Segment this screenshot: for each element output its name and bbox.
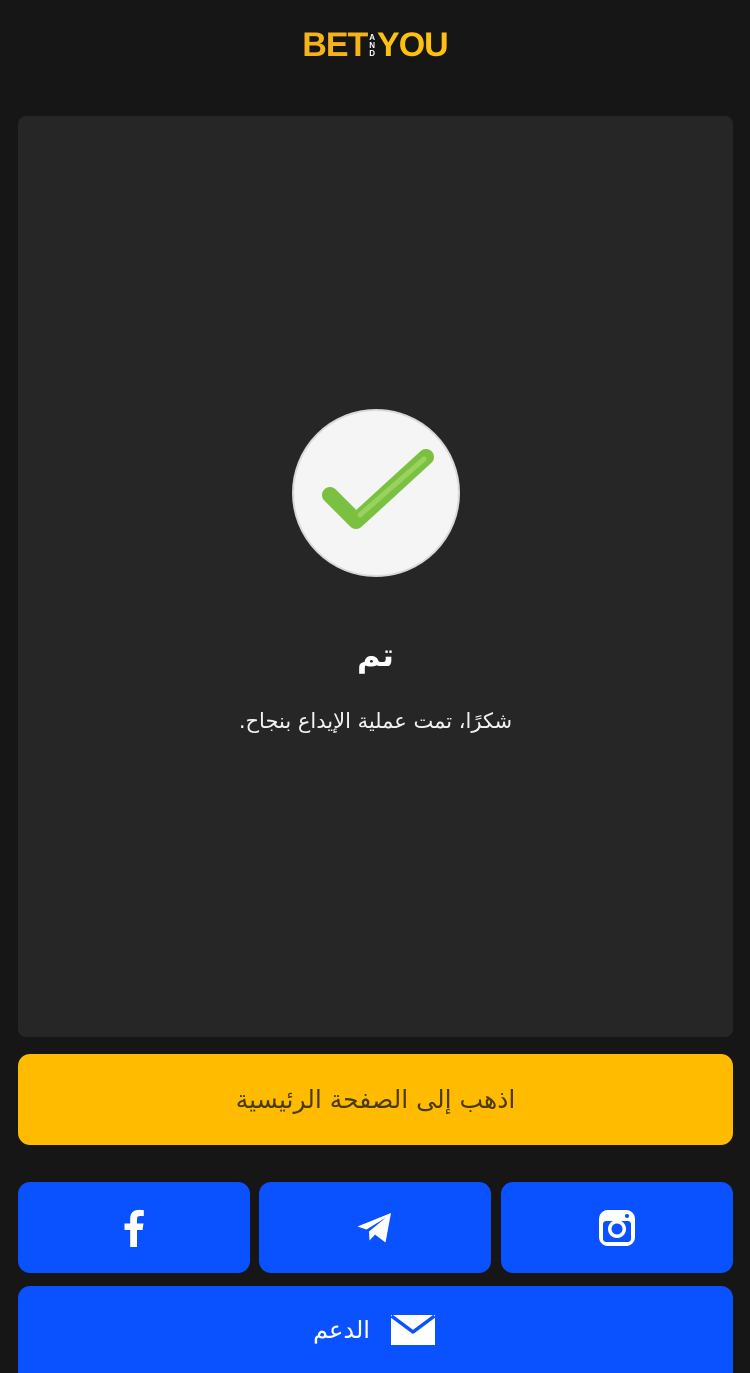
header: BET A N D YOU: [0, 0, 750, 90]
success-check-icon: [292, 409, 460, 577]
go-home-button[interactable]: اذهب إلى الصفحة الرئيسية: [18, 1054, 733, 1145]
logo-and: A N D: [369, 33, 376, 58]
success-card: تم شكرًا، تمت عملية الإيداع بنجاح.: [18, 116, 733, 1037]
social-links: [18, 1182, 733, 1273]
success-title: تم: [356, 636, 395, 674]
telegram-button[interactable]: [259, 1182, 491, 1273]
checkmark-icon: [322, 449, 434, 529]
logo-bet: BET: [302, 26, 368, 64]
facebook-button[interactable]: [18, 1182, 250, 1273]
support-button[interactable]: الدعم: [18, 1286, 733, 1373]
facebook-icon: [124, 1209, 144, 1247]
telegram-icon: [357, 1212, 391, 1242]
success-message: شكرًا، تمت عملية الإيداع بنجاح.: [238, 709, 513, 733]
support-label: الدعم: [313, 1316, 370, 1344]
logo-you: YOU: [377, 26, 449, 64]
instagram-button[interactable]: [501, 1182, 733, 1273]
deposit-success-page: BET A N D YOU تم شكرًا، تمت عملية الإيدا…: [0, 0, 750, 1373]
mail-icon: [390, 1314, 436, 1345]
instagram-icon: [599, 1209, 635, 1246]
brand-logo[interactable]: BET A N D YOU: [302, 25, 449, 65]
